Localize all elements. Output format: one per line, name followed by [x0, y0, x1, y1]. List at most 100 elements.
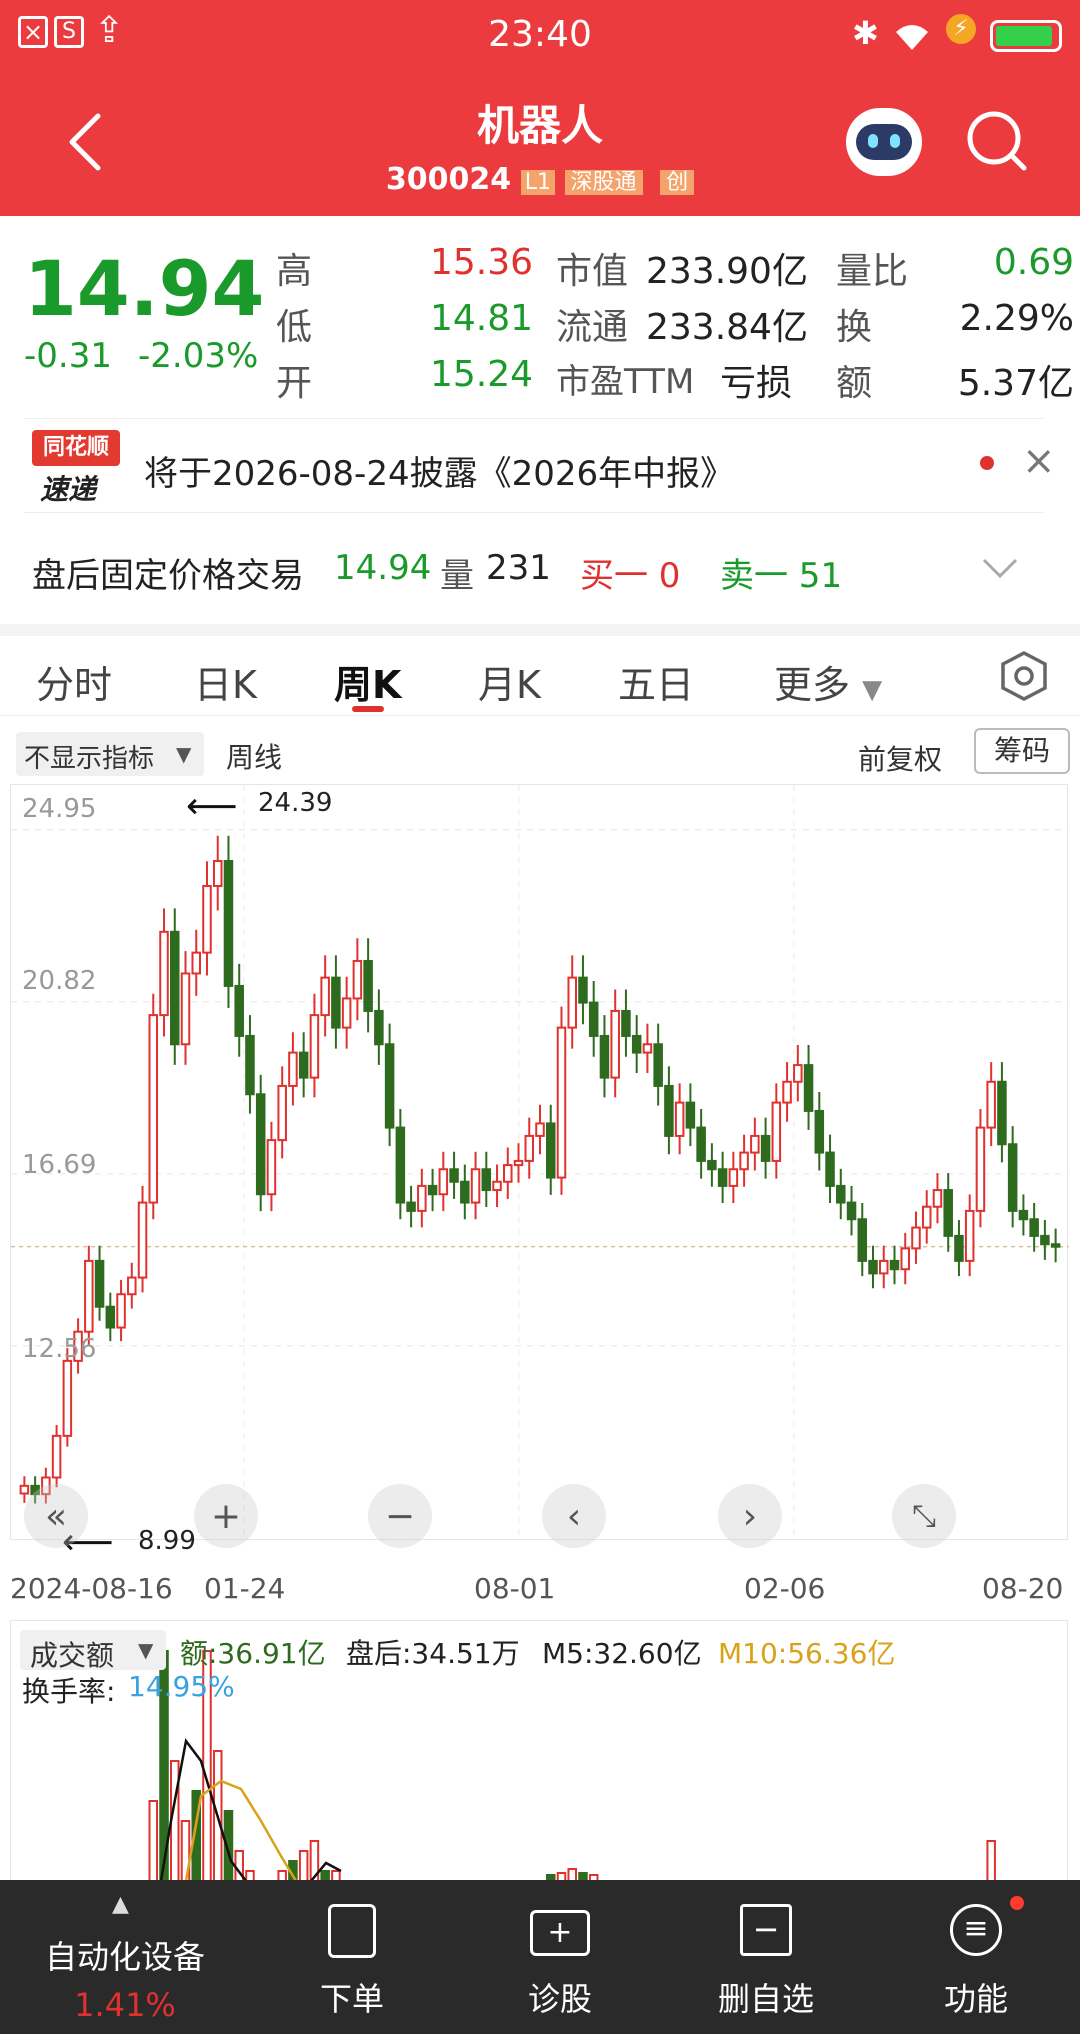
tab-five-day[interactable]: 五日: [618, 654, 694, 709]
candle-body: [674, 1101, 685, 1137]
tab-month-k[interactable]: 月K: [478, 654, 541, 709]
candle-body: [975, 1126, 986, 1212]
caret-up-icon: ▲: [112, 1892, 129, 1917]
settings-hexagon-icon[interactable]: [998, 650, 1050, 702]
candle-body: [159, 930, 169, 1017]
candle-body: [750, 1134, 760, 1154]
volume-indicator-select[interactable]: 成交额 ▼: [20, 1630, 166, 1672]
pe-value: 亏损: [720, 363, 793, 404]
volume-m10: M10:56.36亿: [718, 1637, 896, 1670]
zoom-out-icon[interactable]: −: [368, 1484, 432, 1548]
candle-body: [771, 1101, 782, 1162]
turnover-rate-value: 14.95%: [128, 1670, 235, 1703]
candle-body: [728, 1168, 739, 1187]
wifi-icon: [896, 25, 928, 50]
candle-body: [739, 1151, 749, 1171]
order-label: 下单: [319, 1980, 384, 2018]
indicator-select[interactable]: 不显示指标 ▼: [16, 732, 204, 776]
kline-svg: [11, 785, 1069, 1541]
close-icon[interactable]: ×: [1022, 438, 1056, 484]
adjust-button[interactable]: 前复权: [858, 738, 942, 778]
amount-value: 5.37亿: [957, 363, 1074, 404]
candle-body: [460, 1180, 470, 1204]
kline-chart[interactable]: [10, 784, 1069, 1541]
sector-name: 自动化设备: [44, 1938, 205, 1976]
volume-panel[interactable]: [10, 1620, 1068, 1882]
candle-body: [889, 1259, 900, 1271]
after-hours-bid: 买一 0: [580, 556, 681, 596]
candle-body: [642, 1043, 653, 1054]
zoom-in-icon[interactable]: +: [194, 1484, 258, 1548]
chips-button[interactable]: 筹码: [974, 728, 1070, 774]
badge-sgt: 深股通: [564, 170, 643, 195]
candle-body: [782, 1080, 792, 1104]
turnover-value: 2.29%: [959, 298, 1074, 339]
candle-body: [202, 884, 212, 954]
volume-after: 盘后:34.51万: [346, 1637, 520, 1670]
mcap-value: 233.90亿: [646, 251, 808, 292]
candle-body: [825, 1151, 835, 1187]
candle-body: [631, 1034, 642, 1054]
volume-bar: [148, 1800, 159, 1882]
candle-body: [943, 1189, 953, 1237]
order-icon: [328, 1904, 376, 1958]
diagnose-button[interactable]: + 诊股: [480, 1880, 640, 2034]
candle-body: [599, 1034, 610, 1079]
robot-assistant-icon[interactable]: [846, 108, 922, 176]
candle-body: [621, 1009, 631, 1037]
candle-body: [449, 1168, 459, 1183]
candle-body: [911, 1226, 921, 1250]
candle-body: [363, 959, 373, 1012]
x-tick-3: 02-06: [744, 1572, 826, 1605]
badge-l1: L1: [520, 170, 555, 195]
candle-body: [94, 1259, 105, 1308]
chevron-right-icon[interactable]: ›: [718, 1484, 782, 1548]
chevron-down-icon[interactable]: [982, 556, 1018, 580]
candle-body: [964, 1209, 975, 1262]
candle-body: [341, 997, 352, 1029]
candle-body: [524, 1134, 535, 1162]
tab-more[interactable]: 更多 ▼: [774, 654, 882, 709]
after-hours-row[interactable]: 盘后固定价格交易 14.94 量 231 买一 0 卖一 51: [0, 540, 1080, 600]
amount-label: 额: [836, 363, 873, 404]
candle-body: [438, 1168, 449, 1196]
sector-button[interactable]: ▲ 自动化设备 1.41%: [0, 1880, 250, 2034]
remove-label: 删自选: [717, 1980, 814, 2018]
candle-body: [266, 1139, 277, 1196]
volume-bar: [986, 1840, 996, 1882]
candle-body: [954, 1234, 964, 1262]
volume-selector-label: 成交额: [30, 1639, 115, 1672]
fullscreen-icon[interactable]: ⤡: [892, 1484, 956, 1548]
candle-body: [374, 1009, 384, 1046]
candle-body: [588, 1001, 599, 1037]
news-banner[interactable]: 同花顺 速递 将于2026-08-24披露《2026年中报》 ×: [0, 424, 1080, 514]
tab-day-k[interactable]: 日K: [194, 654, 257, 709]
caret-down-icon: ▼: [862, 675, 883, 705]
stock-code-line: 300024 L1 深股通 创: [0, 162, 1080, 197]
divider: [24, 418, 1044, 419]
tab-fenshi[interactable]: 分时: [36, 654, 112, 709]
turnover-rate-label: 换手率:: [22, 1675, 116, 1708]
section-gap: [0, 624, 1080, 636]
high-value: 15.36: [430, 242, 534, 283]
chevron-left-icon[interactable]: ‹: [542, 1484, 606, 1548]
candle-body: [814, 1109, 825, 1154]
candle-body: [234, 984, 244, 1037]
candle-body: [277, 1084, 287, 1142]
x-tick-1: 01-24: [204, 1572, 286, 1605]
news-text: 将于2026-08-24披露《2026年中报》: [144, 454, 735, 494]
rewind-icon[interactable]: «: [24, 1484, 88, 1548]
candle-body: [513, 1159, 524, 1167]
mcap-label: 市值: [556, 251, 629, 292]
diagnose-label: 诊股: [527, 1980, 592, 2018]
y-tick-2: 16.69: [22, 1150, 97, 1180]
function-button[interactable]: ≡ 功能: [896, 1880, 1056, 2034]
order-button[interactable]: 下单: [272, 1880, 432, 2034]
remove-watchlist-button[interactable]: − 删自选: [686, 1880, 846, 2034]
candle-body: [180, 972, 191, 1046]
tab-week-k[interactable]: 周K: [334, 654, 401, 709]
sector-pct: 1.41%: [74, 1986, 176, 2024]
search-icon[interactable]: [964, 108, 1030, 174]
candle-body: [84, 1259, 94, 1333]
candle-body: [1018, 1209, 1029, 1221]
